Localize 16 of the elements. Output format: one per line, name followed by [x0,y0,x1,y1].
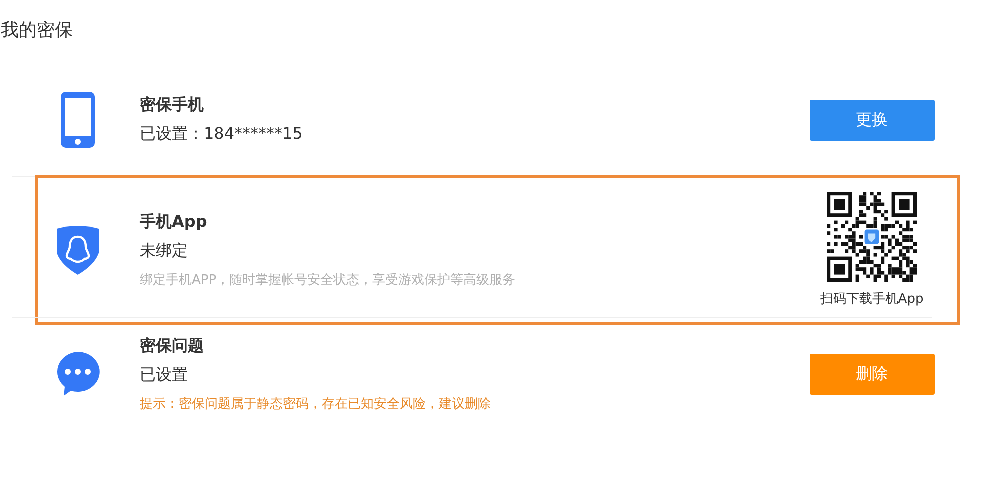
qr-caption: 扫码下载手机App [820,291,924,308]
action-button[interactable]: 更换 [810,100,934,140]
action-button[interactable]: 删除 [810,354,934,394]
item-status: 已设置 [140,364,189,386]
item-title: 密保问题 [140,336,205,356]
chat-bubble-icon [55,351,101,397]
item-status: 已设置：184******15 [140,124,304,145]
item-status: 未绑定 [140,240,189,262]
item-title: 密保手机 [140,95,205,116]
shield-icon [55,225,101,275]
phone-icon [61,92,95,148]
qr-code-icon [827,192,917,282]
warning-note: 提示：密保问题属于静态密码，存在已知安全风险，建议删除 [140,396,492,412]
hint-note: 绑定手机APP，随时掌握帐号安全状态，享受游戏保护等高级服务 [140,272,517,288]
section-title: 我的密保 [0,19,74,42]
item-title: 手机App [140,212,208,232]
